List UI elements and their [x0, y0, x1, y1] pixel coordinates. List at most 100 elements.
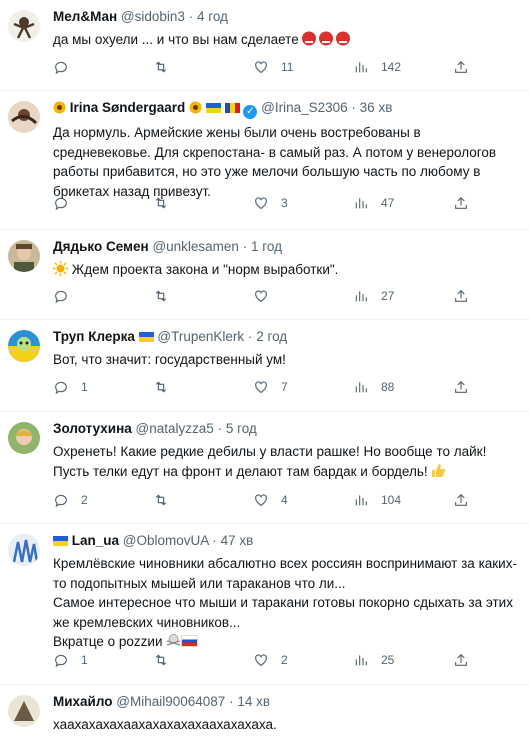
separator: ·: [217, 421, 223, 436]
views-button[interactable]: 27: [353, 288, 413, 304]
tweet-text-content: Вкратце о роzzии: [53, 634, 163, 649]
heart-icon: [255, 197, 267, 210]
avatar[interactable]: [8, 330, 40, 362]
tweet[interactable]: Lan_ua @OblomovUA · 47 хв Кремлёвские чи…: [0, 524, 529, 685]
views-chart-icon: [355, 62, 367, 73]
avatar[interactable]: [8, 534, 40, 566]
tweet-header: Золотухина @natalyzza5 · 5 год: [53, 420, 521, 438]
reply-icon: [55, 197, 67, 211]
tweet-text: Да нормуль. Армейские жены были очень во…: [53, 125, 497, 199]
tweet[interactable]: Irina Søndergaard ✓ @Irina_S2306 · 36 хв…: [0, 91, 529, 230]
heart-icon: [255, 494, 267, 507]
share-button[interactable]: [453, 288, 469, 304]
user-handle[interactable]: @Mihail90064087: [116, 694, 225, 709]
share-button[interactable]: [453, 59, 469, 75]
skull-crossbones-icon: [166, 633, 181, 654]
heart-icon: [255, 61, 267, 74]
views-chart-icon: [355, 655, 367, 666]
retweet-button[interactable]: [153, 492, 213, 508]
user-handle[interactable]: @Irina_S2306: [261, 100, 348, 115]
user-handle[interactable]: @sidobin3: [121, 9, 185, 24]
reply-button[interactable]: [53, 59, 113, 75]
tweet-header: Мел&Ман @sidobin3 · 4 год: [53, 8, 521, 26]
avatar[interactable]: [8, 101, 40, 133]
tweet[interactable]: Труп Клерка @TrupenKlerk · 2 год Вот, чт…: [0, 320, 529, 412]
tweet-header: Lan_ua @OblomovUA · 47 хв: [53, 532, 521, 550]
retweet-icon: [155, 381, 167, 393]
reply-button[interactable]: 2: [53, 492, 113, 508]
avatar[interactable]: [8, 240, 40, 272]
heart-icon: [255, 381, 267, 394]
display-name[interactable]: Дядько Семен: [53, 239, 149, 254]
user-handle[interactable]: @natalyzza5: [136, 421, 214, 436]
display-name[interactable]: Золотухина: [53, 421, 132, 436]
share-button[interactable]: [453, 195, 469, 211]
display-name[interactable]: Мел&Ман: [53, 9, 117, 24]
share-icon: [455, 60, 467, 73]
display-name[interactable]: Михайло: [53, 694, 113, 709]
retweet-icon: [155, 290, 167, 302]
avatar[interactable]: [8, 422, 40, 454]
user-handle[interactable]: @OblomovUA: [123, 533, 209, 548]
ukraine-flag-icon: [138, 332, 154, 342]
tweet-header: Irina Søndergaard ✓ @Irina_S2306 · 36 хв: [53, 99, 521, 119]
display-name[interactable]: Труп Клерка: [53, 329, 135, 344]
display-name[interactable]: Lan_ua: [72, 533, 119, 548]
like-button[interactable]: 2: [253, 652, 313, 668]
heart-icon: [255, 654, 267, 667]
tweet[interactable]: Михайло @Mihail90064087 · 14 хв хаахахах…: [0, 685, 529, 744]
sunflower-icon: [53, 101, 66, 119]
reply-button[interactable]: 1: [53, 652, 113, 668]
separator: ·: [242, 239, 248, 254]
retweet-button[interactable]: [153, 59, 213, 75]
tweet[interactable]: Мел&Ман @sidobin3 · 4 год да мы охуели .…: [0, 0, 529, 91]
angry-face-emoji-icon: [302, 31, 352, 52]
views-button[interactable]: 88: [353, 379, 413, 395]
reply-button[interactable]: [53, 288, 113, 304]
avatar[interactable]: [8, 695, 40, 727]
display-name[interactable]: Irina Søndergaard: [70, 100, 186, 115]
retweet-button[interactable]: [153, 195, 213, 211]
retweet-button[interactable]: [153, 288, 213, 304]
retweet-button[interactable]: [153, 652, 213, 668]
views-button[interactable]: 47: [353, 195, 413, 211]
views-button[interactable]: 142: [353, 59, 413, 75]
share-button[interactable]: [453, 492, 469, 508]
tweet-text-content: Охренеть! Какие редкие дебилы у власти р…: [53, 444, 487, 479]
timestamp[interactable]: 14 хв: [237, 694, 270, 709]
like-button[interactable]: 4: [253, 492, 313, 508]
tweet-text-content: Ждем проекта закона и "норм выработки".: [71, 262, 339, 277]
timestamp[interactable]: 5 год: [226, 421, 257, 436]
user-handle[interactable]: @TrupenKlerk: [157, 329, 244, 344]
tweet[interactable]: Золотухина @natalyzza5 · 5 год Охренеть!…: [0, 412, 529, 524]
views-button[interactable]: 25: [353, 652, 413, 668]
like-button[interactable]: 3: [253, 195, 313, 211]
timestamp[interactable]: 4 год: [197, 9, 228, 24]
verified-badge-icon[interactable]: ✓: [243, 105, 258, 119]
tweet-text-content: да мы охуели ... и что вы нам сделаете: [53, 32, 299, 47]
share-icon: [455, 196, 467, 209]
like-button[interactable]: 7: [253, 379, 313, 395]
reply-button[interactable]: 1: [53, 379, 113, 395]
tweet-text-line: Вкратце о роzzии: [53, 632, 521, 654]
tweet-header: Труп Клерка @TrupenKlerk · 2 год: [53, 328, 521, 346]
tweet[interactable]: Дядько Семен @unklesamen · 1 год Ждем пр…: [0, 230, 529, 320]
timestamp[interactable]: 2 год: [256, 329, 287, 344]
like-button[interactable]: 11: [253, 59, 313, 75]
views-button[interactable]: 104: [353, 492, 413, 508]
tweet-header: Михайло @Mihail90064087 · 14 хв: [53, 693, 521, 711]
reply-button[interactable]: [53, 195, 113, 211]
like-button[interactable]: [253, 288, 313, 304]
retweet-button[interactable]: [153, 379, 213, 395]
avatar[interactable]: [8, 10, 40, 42]
timestamp[interactable]: 47 хв: [221, 533, 254, 548]
timestamp[interactable]: 1 год: [251, 239, 282, 254]
user-handle[interactable]: @unklesamen: [152, 239, 239, 254]
tweet-text-line: Самое интересное что мыши и таракани гот…: [53, 595, 513, 630]
share-button[interactable]: [453, 652, 469, 668]
moldova-flag-icon: [224, 103, 240, 113]
share-icon: [455, 380, 467, 393]
timestamp[interactable]: 36 хв: [360, 100, 393, 115]
share-icon: [455, 289, 467, 302]
share-button[interactable]: [453, 379, 469, 395]
